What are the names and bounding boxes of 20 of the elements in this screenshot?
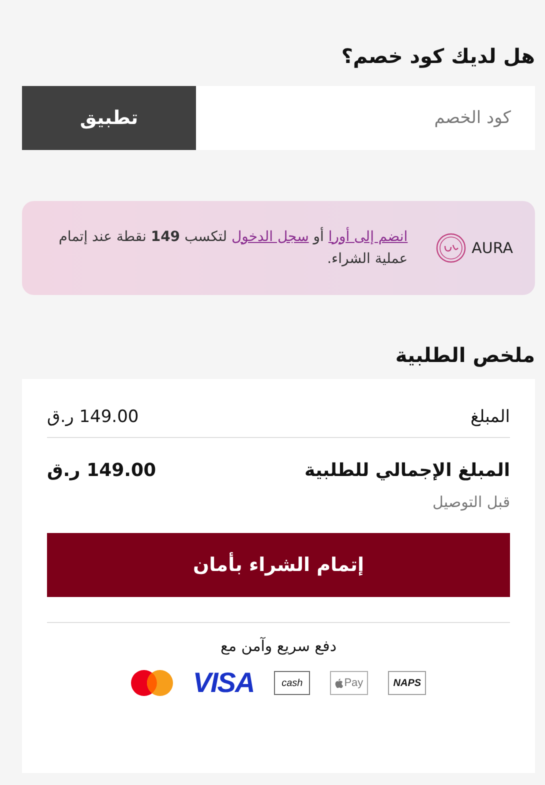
visa-logo: VISA — [192, 667, 254, 699]
payment-title: دفع سريع وآمن مع — [219, 637, 338, 655]
row-value: 149.00 ر.ق — [47, 407, 139, 427]
join-link[interactable]: انضم إلى أورا — [328, 228, 408, 245]
row-value: 149.00 ر.ق — [47, 460, 156, 481]
delivery-note: قبل التوصيل — [432, 493, 510, 511]
aura-brand: AURA — [472, 239, 513, 257]
aura-logo-icon — [436, 233, 466, 263]
row-label: المبلغ — [470, 407, 510, 427]
checkout-button[interactable]: إتمام الشراء بأمان — [47, 533, 510, 597]
naps-logo: NAPS — [388, 671, 426, 695]
coupon-field[interactable]: كود الخصم — [196, 86, 535, 150]
apply-button[interactable]: تطبيق — [22, 86, 196, 150]
login-link[interactable]: سجل الدخول — [231, 228, 309, 245]
coupon-title: هل لديك كود خصم؟ — [340, 44, 535, 68]
summary-title: ملخص الطلبية — [394, 343, 535, 367]
mastercard-logo — [130, 670, 173, 696]
cash-logo: cash — [274, 671, 310, 695]
row-label: المبلغ الإجمالي للطلبية — [304, 460, 510, 481]
apple-pay-logo: Pay — [330, 671, 368, 695]
